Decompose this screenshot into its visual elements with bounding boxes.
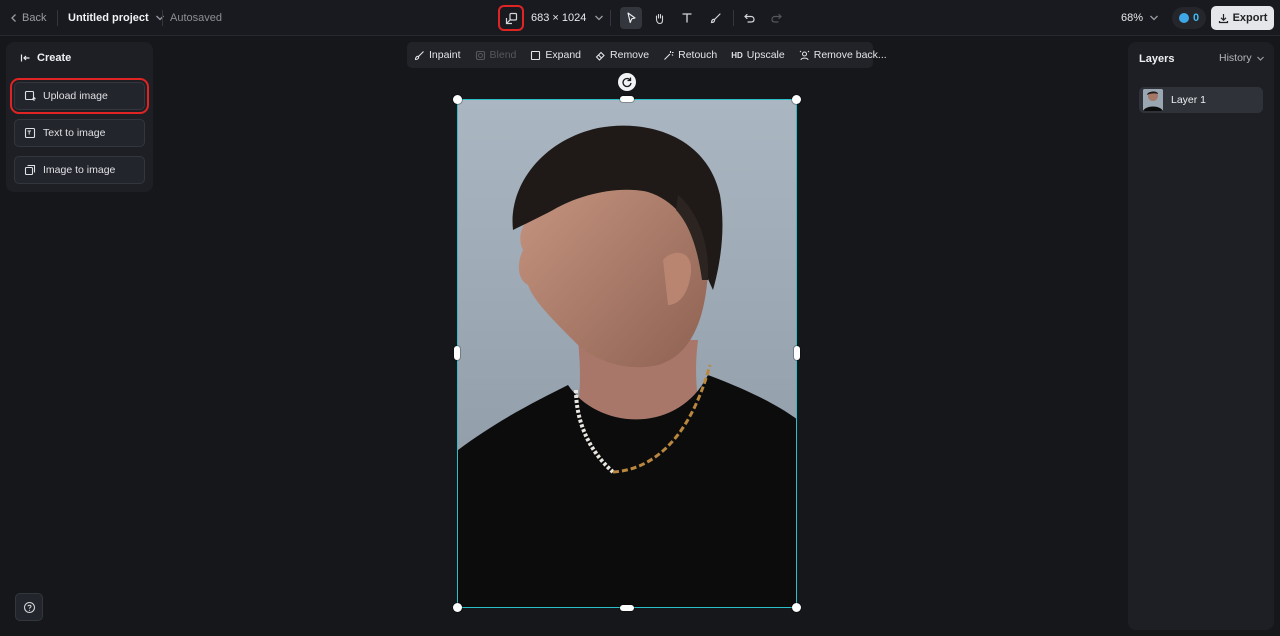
chevron-down-icon bbox=[1256, 55, 1265, 62]
download-icon bbox=[1218, 13, 1229, 24]
top-bar: Back Untitled project Autosaved 683 × 10… bbox=[0, 0, 1280, 36]
export-label: Export bbox=[1232, 12, 1268, 24]
resize-canvas-button[interactable] bbox=[498, 5, 524, 31]
blend-label: Blend bbox=[489, 49, 517, 61]
upscale-label: Upscale bbox=[746, 49, 785, 61]
inpaint-button[interactable]: Inpaint bbox=[414, 49, 469, 61]
autosave-status: Autosaved bbox=[170, 12, 222, 24]
resize-handle-top-right[interactable] bbox=[792, 95, 801, 104]
resize-handle-bottom[interactable] bbox=[620, 605, 634, 611]
image-to-image-label: Image to image bbox=[43, 164, 116, 176]
text-icon bbox=[681, 12, 693, 24]
layers-panel: Layers History Layer 1 bbox=[1128, 42, 1274, 630]
redo-icon bbox=[770, 12, 783, 24]
redo-button[interactable] bbox=[765, 7, 787, 29]
create-title: Create bbox=[37, 52, 72, 64]
zoom-value: 68% bbox=[1121, 12, 1144, 24]
undo-button[interactable] bbox=[738, 7, 760, 29]
create-panel-header[interactable]: Create bbox=[20, 52, 71, 64]
arrow-left-bar-icon bbox=[20, 53, 31, 63]
rotate-handle[interactable] bbox=[618, 73, 636, 91]
resize-handle-bottom-left[interactable] bbox=[453, 603, 462, 612]
resize-handle-left[interactable] bbox=[454, 346, 460, 360]
help-button[interactable] bbox=[15, 593, 43, 621]
back-label: Back bbox=[22, 12, 47, 24]
blend-icon bbox=[475, 50, 486, 61]
remove-background-icon bbox=[799, 50, 810, 61]
canvas-size-value: 683 × 1024 bbox=[531, 12, 587, 24]
resize-handle-bottom-right[interactable] bbox=[792, 603, 801, 612]
expand-icon bbox=[530, 50, 541, 61]
divider bbox=[733, 10, 734, 26]
expand-button[interactable]: Expand bbox=[530, 49, 589, 61]
portrait-photo bbox=[458, 100, 796, 607]
create-panel: Create Upload image Text to image Image … bbox=[6, 42, 153, 192]
remove-label: Remove bbox=[610, 49, 650, 61]
expand-label: Expand bbox=[545, 49, 582, 61]
canvas-image-layer[interactable] bbox=[457, 99, 797, 608]
blend-button[interactable]: Blend bbox=[475, 49, 525, 61]
chevron-down-icon bbox=[155, 14, 165, 22]
inpaint-label: Inpaint bbox=[429, 49, 461, 61]
chevron-down-icon bbox=[594, 14, 604, 22]
hand-icon bbox=[653, 12, 666, 25]
divider bbox=[610, 10, 611, 26]
retouch-label: Retouch bbox=[678, 49, 718, 61]
text-tool-button[interactable] bbox=[676, 7, 698, 29]
inpaint-brush-icon bbox=[414, 50, 425, 61]
zoom-select[interactable]: 68% bbox=[1121, 0, 1159, 36]
eraser-icon bbox=[595, 50, 606, 61]
layers-tab[interactable]: Layers bbox=[1139, 53, 1174, 65]
chevron-left-icon bbox=[10, 13, 18, 23]
undo-icon bbox=[743, 12, 756, 24]
history-label: History bbox=[1219, 52, 1252, 64]
upload-image-icon bbox=[24, 90, 36, 102]
credits-count: 0 bbox=[1192, 12, 1200, 24]
remove-background-button[interactable]: Remove back... bbox=[799, 49, 895, 61]
credits-badge[interactable]: 0 bbox=[1172, 7, 1206, 29]
hd-icon: HD bbox=[731, 50, 743, 60]
project-name: Untitled project bbox=[68, 12, 149, 24]
hand-tool-button[interactable] bbox=[648, 7, 670, 29]
canvas-size-select[interactable]: 683 × 1024 bbox=[531, 0, 604, 36]
resize-handle-top[interactable] bbox=[620, 96, 634, 102]
help-circle-icon bbox=[23, 601, 36, 614]
text-to-image-button[interactable]: Text to image bbox=[14, 119, 145, 147]
upload-image-button[interactable]: Upload image bbox=[10, 78, 149, 114]
resize-icon bbox=[505, 12, 518, 25]
divider bbox=[162, 10, 163, 26]
text-to-image-label: Text to image bbox=[43, 127, 106, 139]
export-button[interactable]: Export bbox=[1211, 6, 1274, 30]
edit-toolbar: Inpaint Blend Expand Remove Retouch HD U… bbox=[407, 42, 887, 68]
retouch-button[interactable]: Retouch bbox=[663, 49, 725, 61]
history-tab[interactable]: History bbox=[1219, 52, 1265, 64]
remove-button[interactable]: Remove bbox=[595, 49, 657, 61]
image-to-image-icon bbox=[24, 164, 36, 176]
brush-tool-button[interactable] bbox=[704, 7, 726, 29]
resize-handle-top-left[interactable] bbox=[453, 95, 462, 104]
layer-thumbnail bbox=[1143, 89, 1163, 111]
back-button[interactable]: Back bbox=[10, 0, 46, 36]
rotate-icon bbox=[621, 76, 633, 88]
resize-handle-right[interactable] bbox=[794, 346, 800, 360]
layer-item[interactable]: Layer 1 bbox=[1139, 87, 1263, 113]
remove-background-label: Remove back... bbox=[813, 49, 887, 61]
select-tool-button[interactable] bbox=[620, 7, 642, 29]
credit-coin-icon bbox=[1178, 13, 1189, 23]
upload-image-label: Upload image bbox=[43, 90, 108, 102]
chevron-down-icon bbox=[1149, 14, 1159, 22]
upscale-button[interactable]: HD Upscale bbox=[731, 49, 793, 61]
magic-wand-icon bbox=[663, 50, 674, 61]
project-name-menu[interactable]: Untitled project bbox=[68, 0, 165, 36]
brush-icon bbox=[709, 12, 722, 25]
divider bbox=[57, 10, 58, 26]
layer-name: Layer 1 bbox=[1171, 94, 1207, 106]
text-to-image-icon bbox=[24, 127, 36, 139]
image-to-image-button[interactable]: Image to image bbox=[14, 156, 145, 184]
cursor-arrow-icon bbox=[626, 12, 637, 24]
